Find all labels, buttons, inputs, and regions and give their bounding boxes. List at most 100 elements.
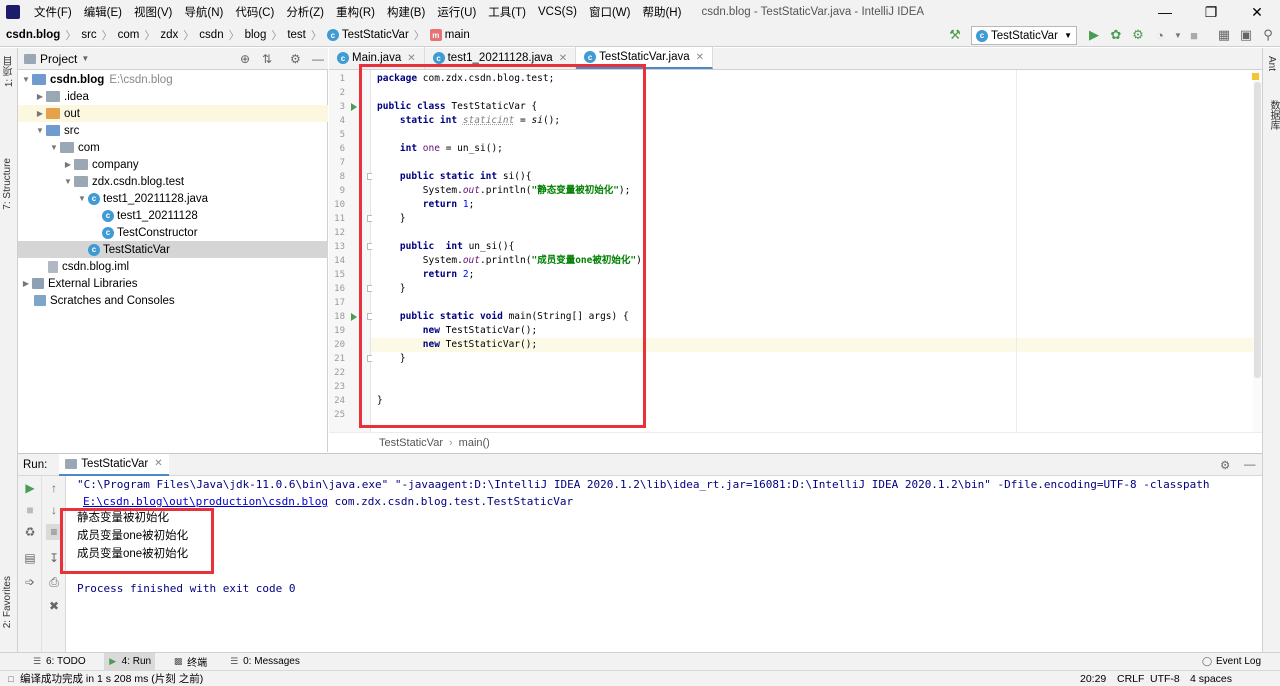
tab-test1-java[interactable]: c test1_20211128.java ✕ (425, 47, 577, 69)
breadcrumb-method[interactable]: m main (429, 29, 470, 41)
menu-code[interactable]: 代码(C) (229, 4, 280, 20)
close-tab-icon[interactable]: ✕ (407, 53, 415, 64)
collapse-all-icon[interactable]: ⇅ (262, 52, 272, 66)
menu-navigate[interactable]: 导航(N) (178, 4, 229, 20)
tool-tab-terminal[interactable]: ▩ 终端 (169, 653, 211, 671)
expand-arrow-icon[interactable]: ▼ (20, 75, 32, 84)
collapse-arrow-icon[interactable]: ▶ (34, 109, 46, 118)
run-configuration-select[interactable]: c TestStaticVar ▼ (971, 26, 1077, 45)
menu-file[interactable]: 文件(F) (28, 4, 78, 20)
tab-teststaticvar-java[interactable]: c TestStaticVar.java ✕ (576, 47, 714, 69)
locate-icon[interactable]: ⊕ (240, 52, 250, 66)
menu-help[interactable]: 帮助(H) (636, 4, 687, 20)
tree-item-scratches[interactable]: Scratches and Consoles (18, 292, 328, 309)
tab-main-java[interactable]: c Main.java ✕ (329, 47, 425, 69)
profile-icon[interactable]: ◔ (1152, 27, 1168, 43)
gear-icon[interactable]: ⚙ (290, 52, 301, 66)
editor-crumb-method[interactable]: main() (459, 437, 490, 449)
dump-threads-icon[interactable]: ♻ (22, 524, 38, 540)
gear-icon[interactable]: ⚙ (1220, 458, 1230, 472)
collapse-arrow-icon[interactable]: ▶ (34, 92, 46, 101)
close-tab-icon[interactable]: ✕ (696, 52, 704, 63)
code-editor[interactable]: package com.zdx.csdn.blog.test; public c… (371, 70, 1260, 432)
print-icon[interactable]: ⎙ (46, 574, 62, 590)
favorites-tool-tab[interactable]: 2: Favorites (2, 576, 13, 628)
expand-arrow-icon[interactable]: ▼ (76, 194, 88, 203)
hide-panel-icon[interactable]: — (312, 52, 324, 66)
layout-icon[interactable]: ▤ (22, 550, 38, 566)
editor-scrollbar[interactable] (1253, 70, 1262, 432)
project-structure-icon[interactable]: ▦ (1216, 27, 1232, 43)
profile-dropdown-icon[interactable]: ▼ (1170, 27, 1186, 43)
breadcrumb-src[interactable]: src (81, 29, 96, 41)
menu-tools[interactable]: 工具(T) (482, 4, 532, 20)
tree-item-external-libraries[interactable]: ▶ External Libraries (18, 275, 328, 292)
tree-item-testconstructor[interactable]: c TestConstructor (18, 224, 328, 241)
tree-item-zdx-csdn-blog-test[interactable]: ▼ zdx.csdn.blog.test (18, 173, 328, 190)
tool-tab-messages[interactable]: ☰ 0: Messages (225, 653, 304, 671)
chevron-down-icon[interactable]: ▼ (81, 54, 89, 63)
menu-window[interactable]: 窗口(W) (583, 4, 637, 20)
tree-item-csdn-blog[interactable]: ▼ csdn.blog E:\csdn.blog (18, 71, 328, 88)
breadcrumb-com[interactable]: com (118, 29, 140, 41)
minimize-icon[interactable]: — (1142, 0, 1188, 24)
editor-crumb-class[interactable]: TestStaticVar (379, 437, 443, 449)
run-console[interactable]: "C:\Program Files\Java\jdk-11.0.6\bin\ja… (66, 476, 1262, 652)
tree-item-com[interactable]: ▼ com (18, 139, 328, 156)
project-tool-tab[interactable]: 1: 项目 (2, 56, 17, 87)
tree-item-src[interactable]: ▼ src (18, 122, 328, 139)
tree-item-company[interactable]: ▶ company (18, 156, 328, 173)
run-gutter-icon[interactable] (351, 313, 357, 321)
tree-item-iml[interactable]: csdn.blog.iml (18, 258, 328, 275)
collapse-arrow-icon[interactable]: ▶ (62, 160, 74, 169)
indent-setting[interactable]: 4 spaces (1190, 673, 1232, 685)
rerun-icon[interactable]: ▶ (22, 480, 38, 496)
up-arrow-icon[interactable]: ↑ (46, 480, 62, 496)
inspection-warning-icon[interactable] (1252, 73, 1259, 80)
breadcrumb-class[interactable]: c TestStaticVar (326, 29, 409, 41)
down-arrow-icon[interactable]: ↓ (46, 502, 62, 518)
stop-icon[interactable]: ■ (1186, 27, 1202, 43)
soft-wrap-icon[interactable]: ≡ (46, 524, 62, 540)
classpath-link[interactable]: E:\csdn.blog\out\production\csdn.blog (83, 495, 328, 508)
build-hammer-icon[interactable]: ⚒ (947, 27, 963, 43)
menu-build[interactable]: 构建(B) (381, 4, 431, 20)
breadcrumb-project[interactable]: csdn.blog (6, 29, 60, 41)
menu-vcs[interactable]: VCS(S) (532, 6, 583, 18)
menu-run[interactable]: 运行(U) (431, 4, 482, 20)
close-tab-icon[interactable]: ✕ (154, 458, 162, 469)
run-tab-teststaticvar[interactable]: TestStaticVar ✕ (59, 453, 169, 476)
tool-tab-event-log[interactable]: ◯ Event Log (1198, 653, 1265, 671)
close-icon[interactable]: ✕ (1234, 0, 1280, 24)
breadcrumb-test[interactable]: test (287, 29, 306, 41)
tree-item-test1-java[interactable]: ▼ c test1_20211128.java (18, 190, 328, 207)
tree-item-out[interactable]: ▶ out (18, 105, 328, 122)
tool-tab-todo[interactable]: ☰ 6: TODO (28, 653, 90, 671)
scrollbar-thumb[interactable] (1254, 82, 1261, 378)
layout-icon[interactable]: ▣ (1238, 27, 1254, 43)
stop-icon[interactable]: ■ (22, 502, 38, 518)
file-encoding[interactable]: UTF-8 (1150, 673, 1180, 685)
menu-view[interactable]: 视图(V) (128, 4, 178, 20)
status-toggle-icon[interactable]: □ (6, 674, 16, 684)
run-gutter-icon[interactable] (351, 103, 357, 111)
search-icon[interactable]: ⚲ (1260, 27, 1276, 43)
run-icon[interactable]: ▶ (1086, 27, 1102, 43)
expand-arrow-icon[interactable]: ▼ (48, 143, 60, 152)
tree-item-idea[interactable]: ▶ .idea (18, 88, 328, 105)
debug-icon[interactable]: ✿ (1108, 27, 1124, 43)
exit-icon[interactable]: ➩ (22, 574, 38, 590)
close-tab-icon[interactable]: ✕ (559, 53, 567, 64)
menu-refactor[interactable]: 重构(R) (330, 4, 381, 20)
hide-panel-icon[interactable]: — (1244, 459, 1256, 471)
expand-arrow-icon[interactable]: ▼ (62, 177, 74, 186)
structure-tool-tab[interactable]: 7: Structure (2, 158, 13, 210)
scroll-to-end-icon[interactable]: ↧ (46, 550, 62, 566)
tool-tab-run[interactable]: ▶ 4: Run (103, 652, 156, 671)
breadcrumb-csdn[interactable]: csdn (199, 29, 223, 41)
expand-arrow-icon[interactable]: ▼ (34, 126, 46, 135)
collapse-arrow-icon[interactable]: ▶ (20, 279, 32, 288)
trash-icon[interactable]: ✖ (46, 598, 62, 614)
ant-tool-tab[interactable]: Ant (1266, 56, 1277, 71)
tree-item-test1-class[interactable]: c test1_20211128 (18, 207, 328, 224)
